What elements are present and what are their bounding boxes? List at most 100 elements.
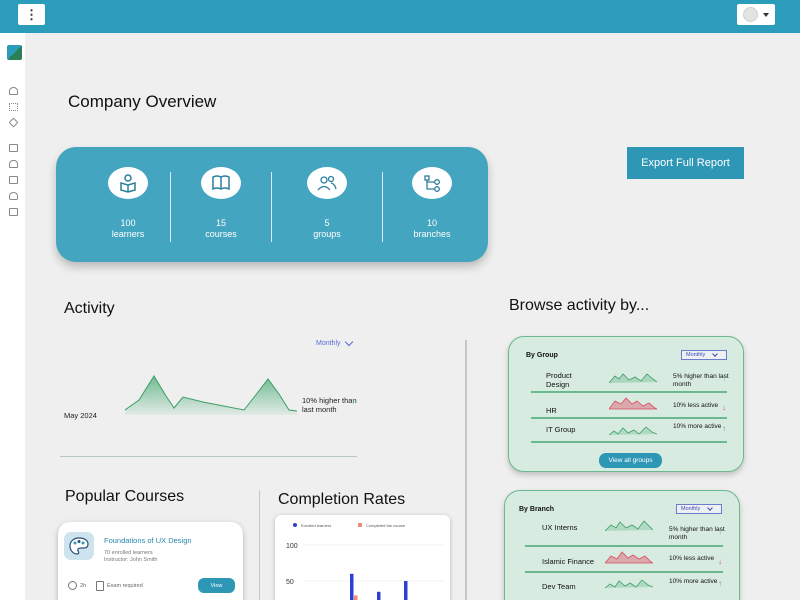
- arrow-up-icon: ↑: [722, 424, 726, 433]
- sidebar-item-users[interactable]: [9, 192, 18, 200]
- row-divider: [531, 391, 727, 393]
- browse-activity-title: Browse activity by...: [509, 297, 650, 314]
- export-report-button[interactable]: Export Full Report: [627, 147, 744, 179]
- branch-row-name[interactable]: UX Interns: [542, 523, 577, 532]
- logo: [7, 45, 22, 60]
- learner-icon: [108, 167, 148, 199]
- branch-row-sparkline: [605, 551, 653, 564]
- group-row-delta: 10% less active: [673, 402, 719, 409]
- legend-completed: Completed the course: [366, 523, 406, 528]
- branch-row-sparkline: [605, 579, 653, 589]
- group-row-delta: 10% more active: [673, 423, 722, 430]
- legend-swatch-completed: [358, 523, 362, 527]
- popular-courses-title: Popular Courses: [65, 488, 185, 505]
- group-row-name[interactable]: HR: [546, 406, 557, 415]
- branch-row-delta: 5% higher than last month: [669, 526, 725, 541]
- row-divider: [531, 441, 727, 443]
- top-bar: ⋮: [0, 0, 800, 33]
- completion-rates-title: Completion Rates: [278, 491, 406, 508]
- branch-period-select[interactable]: Monthly: [676, 504, 722, 514]
- course-title[interactable]: Foundations of UX Design: [104, 536, 192, 545]
- y-tick-100: 100: [286, 543, 298, 550]
- stat-value: 100: [120, 218, 136, 228]
- clock-icon: [68, 581, 77, 590]
- stat-branches[interactable]: 10 branches: [392, 167, 472, 240]
- more-vertical-icon: ⋮: [25, 7, 38, 22]
- divider: [271, 172, 272, 242]
- branch-row-name[interactable]: Islamic Finance: [542, 557, 594, 566]
- arrow-up-icon: ↑: [351, 396, 356, 406]
- stat-courses[interactable]: 15 courses: [181, 167, 261, 240]
- activity-period-select[interactable]: Monthly: [316, 337, 353, 347]
- arrow-up-icon: ↑: [718, 527, 722, 536]
- by-group-card: By Group Monthly Product Design 5% highe…: [508, 336, 744, 472]
- completion-rates-card: Enrolled learners Completed the course 1…: [275, 515, 450, 600]
- sidebar-item-notifications[interactable]: [9, 160, 18, 168]
- group-row-name[interactable]: Product Design: [546, 371, 596, 389]
- chevron-down-icon: [344, 337, 353, 347]
- branch-row-delta: 10% less active: [669, 555, 715, 562]
- menu-button[interactable]: ⋮: [18, 4, 45, 25]
- group-row-delta: 5% higher than last month: [673, 373, 729, 388]
- course-card[interactable]: Foundations of UX Design 70 enrolled lea…: [58, 522, 243, 600]
- view-all-groups-button[interactable]: View all groups: [599, 453, 662, 468]
- divider: [170, 172, 171, 242]
- row-divider: [525, 545, 723, 547]
- branch-row-sparkline: [605, 520, 653, 532]
- stat-learners[interactable]: 100 learners: [88, 167, 168, 240]
- stat-label: courses: [205, 229, 237, 239]
- sidebar-item-layers[interactable]: [8, 117, 19, 128]
- activity-area-chart: [125, 375, 297, 415]
- legend-enrolled: Enrolled learners: [301, 523, 331, 528]
- group-row-sparkline: [609, 426, 657, 436]
- group-row-sparkline: [609, 397, 657, 410]
- course-exams: Exam required: [96, 581, 143, 591]
- sidebar-item-library[interactable]: [9, 144, 18, 152]
- row-divider: [525, 571, 723, 573]
- stat-label: groups: [313, 229, 341, 239]
- row-divider: [531, 417, 727, 419]
- chevron-down-icon: [712, 351, 719, 357]
- completion-bar-chart: Enrolled learners Completed the course 1…: [286, 523, 445, 600]
- branch-row-name[interactable]: Dev Team: [542, 582, 576, 591]
- stat-value: 5: [324, 218, 330, 228]
- group-row-name[interactable]: IT Group: [546, 425, 586, 434]
- stats-card: 100 learners 15 courses 5 groups 10 bran…: [56, 147, 488, 262]
- group-period-select[interactable]: Monthly: [681, 350, 727, 360]
- course-duration: 2h: [68, 581, 86, 590]
- chevron-down-icon: [707, 505, 714, 511]
- activity-date: May 2024: [64, 411, 97, 420]
- user-menu-button[interactable]: [737, 4, 775, 25]
- bar-enrolled-3: [404, 581, 408, 600]
- by-branch-title: By Branch: [519, 506, 555, 513]
- divider: [60, 456, 357, 457]
- divider: [259, 490, 260, 600]
- instructor-name: Instructor: John Smith: [104, 557, 158, 563]
- sidebar-item-folders[interactable]: [9, 208, 18, 216]
- arrow-up-icon: ↑: [718, 579, 722, 588]
- avatar: [743, 7, 759, 22]
- stat-groups[interactable]: 5 groups: [287, 167, 367, 240]
- sidebar-item-dashboard[interactable]: [9, 103, 18, 111]
- document-icon: [96, 581, 104, 591]
- period-label: Monthly: [686, 352, 706, 358]
- duration-label: 2h: [80, 582, 87, 589]
- book-icon: [201, 167, 241, 199]
- stat-value: 10: [426, 218, 437, 228]
- sidebar-item-calendar[interactable]: [9, 176, 18, 184]
- caret-down-icon: [762, 12, 769, 17]
- bar-enrolled-2: [377, 591, 381, 600]
- sidebar-item-home[interactable]: [9, 87, 18, 95]
- arrow-down-icon: ↓: [722, 403, 726, 412]
- arrow-up-icon: ↑: [722, 374, 726, 383]
- by-group-title: By Group: [526, 352, 558, 359]
- enrolled-count: 70 enrolled learners: [104, 550, 153, 556]
- stat-value: 15: [215, 218, 226, 228]
- view-course-button[interactable]: View: [198, 578, 235, 593]
- divider: [465, 340, 467, 600]
- by-branch-card: By Branch Monthly UX Interns 5% higher t…: [504, 490, 740, 600]
- stat-label: learners: [111, 229, 145, 239]
- exam-label: Exam required: [107, 583, 143, 589]
- bar-completed-1: [354, 595, 358, 600]
- users-icon: [307, 167, 347, 199]
